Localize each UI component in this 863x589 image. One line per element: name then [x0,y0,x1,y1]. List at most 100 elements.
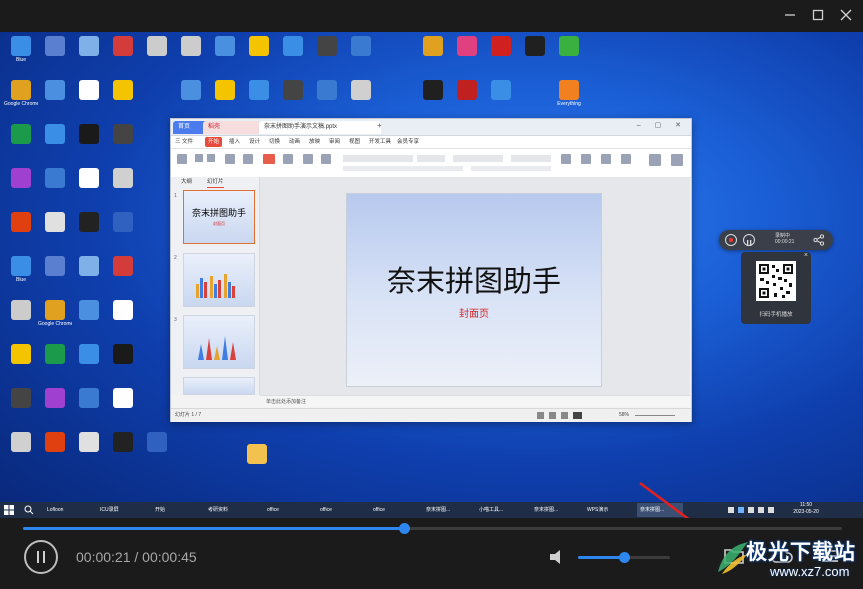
slide-editing-canvas[interactable]: 奈末拼图助手 封面页 [260,177,690,395]
desktop-icon[interactable]: Blue [4,256,38,283]
slides-tab[interactable]: 幻灯片 [207,177,224,188]
desktop-icon[interactable] [72,432,106,453]
desktop-icon[interactable]: Blue [4,36,38,63]
desktop-icon[interactable] [174,80,208,100]
desktop-icon[interactable] [72,344,106,365]
wps-tab-docer[interactable]: 稻壳 [203,121,263,134]
desktop-icon[interactable] [276,36,310,56]
desktop-icon[interactable] [38,80,72,101]
slide-thumbnail[interactable] [183,315,255,369]
slide-thumbnail[interactable] [183,377,255,395]
zoom-slider[interactable] [635,415,675,416]
taskbar-item[interactable]: office [370,503,420,517]
desktop-icon[interactable] [310,36,344,56]
desktop-icon[interactable] [208,36,242,56]
seek-bar[interactable] [23,523,842,534]
desktop-icon[interactable] [106,124,140,145]
close-icon[interactable]: × [804,252,808,259]
taskbar-item[interactable]: office [264,503,314,517]
desktop-icon[interactable] [106,80,140,101]
desktop-icon[interactable] [450,36,484,57]
outline-tab[interactable]: 大纲 [181,177,192,187]
menu-transition[interactable]: 切换 [269,137,280,147]
desktop-icon[interactable] [276,80,310,100]
desktop-icon[interactable] [4,388,38,409]
wps-window-controls[interactable]: – ▢ ✕ [637,121,687,129]
desktop-icon[interactable] [484,36,518,57]
desktop-icon[interactable] [38,124,72,145]
minimize-button[interactable] [775,0,805,30]
desktop-icon[interactable] [518,36,552,57]
taskbar-item[interactable]: ICU录屏 [97,503,149,517]
taskbar-item[interactable]: Lofloon [44,503,94,517]
menu-slideshow[interactable]: 放映 [309,137,320,147]
desktop-icon[interactable] [242,36,276,56]
desktop-icon[interactable] [38,432,72,453]
desktop-icon[interactable] [38,344,72,365]
volume-slider[interactable] [578,552,670,563]
slide-thumbnail[interactable] [183,253,255,307]
desktop-icon[interactable] [344,80,378,100]
desktop-icon[interactable] [140,36,174,57]
desktop-icon[interactable] [106,344,140,365]
menu-design[interactable]: 设计 [249,137,260,147]
desktop-icon[interactable] [106,36,140,57]
desktop-icon[interactable]: Google Chrome [38,300,72,327]
menu-view[interactable]: 视图 [349,137,360,147]
play-pause-button[interactable] [24,540,58,574]
desktop-icon[interactable] [4,300,38,321]
slide-subtitle[interactable]: 封面页 [347,305,601,320]
desktop-icon[interactable] [106,168,140,189]
record-stop-button[interactable] [725,234,737,246]
desktop-icon[interactable] [72,300,106,321]
desktop-icon[interactable] [38,388,72,409]
taskbar-item[interactable]: 考研资料 [205,503,261,517]
desktop-icon[interactable] [552,36,586,57]
desktop-icon[interactable] [72,36,106,57]
menu-start[interactable]: 开始 [205,137,223,147]
desktop-icon[interactable] [4,168,38,189]
desktop-icon[interactable] [344,36,378,56]
desktop-icon[interactable] [38,168,72,189]
taskbar-item[interactable]: office [317,503,367,517]
desktop-icon[interactable] [106,432,140,453]
windows-start-icon[interactable] [4,505,14,515]
wps-tab-document[interactable]: 奈末拼图助手演示文稿.pptx [259,121,381,134]
desktop-icon[interactable] [242,80,276,100]
taskbar-item[interactable]: 奈末拼图... [423,503,473,517]
menu-file[interactable]: 三 文件 [175,137,193,147]
menu-member[interactable]: 会员专享 [397,137,419,147]
desktop-icon[interactable] [72,256,106,277]
desktop-icon[interactable] [4,212,38,233]
desktop-icon[interactable] [38,256,72,277]
desktop-icon[interactable] [106,212,140,233]
view-mode-icons[interactable] [537,412,597,420]
close-button[interactable] [831,0,861,30]
desktop-icon[interactable] [208,80,242,100]
desktop-icon[interactable] [4,432,38,453]
current-slide[interactable]: 奈末拼图助手 封面页 [346,193,602,387]
desktop-icon[interactable] [174,36,208,56]
volume-handle[interactable] [619,552,630,563]
desktop-icon[interactable] [416,80,450,101]
desktop-icon[interactable] [106,388,140,409]
new-tab-icon[interactable]: + [377,121,382,130]
taskbar-clock[interactable]: 11:50 2023-05-20 [784,502,828,516]
desktop-icon[interactable]: Everything [552,80,586,107]
slide-title[interactable]: 奈末拼图助手 [347,258,601,300]
video-frame[interactable]: Blue Google Chrome Blue Google Chrome Everyt… [0,32,863,518]
taskbar-item[interactable]: WPS演示 [584,503,634,517]
maximize-button[interactable] [803,0,833,30]
share-icon[interactable] [813,234,825,246]
desktop-icon[interactable] [38,36,72,57]
desktop-icon[interactable] [106,256,140,277]
menu-animation[interactable]: 动画 [289,137,300,147]
desktop-icon[interactable] [106,300,140,321]
desktop-folder-icon[interactable] [240,444,274,464]
desktop-icon[interactable] [4,124,38,145]
slide-thumbnail[interactable]: 奈末拼图助手 封面页 [183,190,255,244]
menu-insert[interactable]: 插入 [229,137,240,147]
taskbar-item[interactable]: 小喵工具... [476,503,528,517]
desktop-icon[interactable] [4,344,38,365]
notes-pane[interactable]: 单击此处添加备注 [260,395,690,407]
